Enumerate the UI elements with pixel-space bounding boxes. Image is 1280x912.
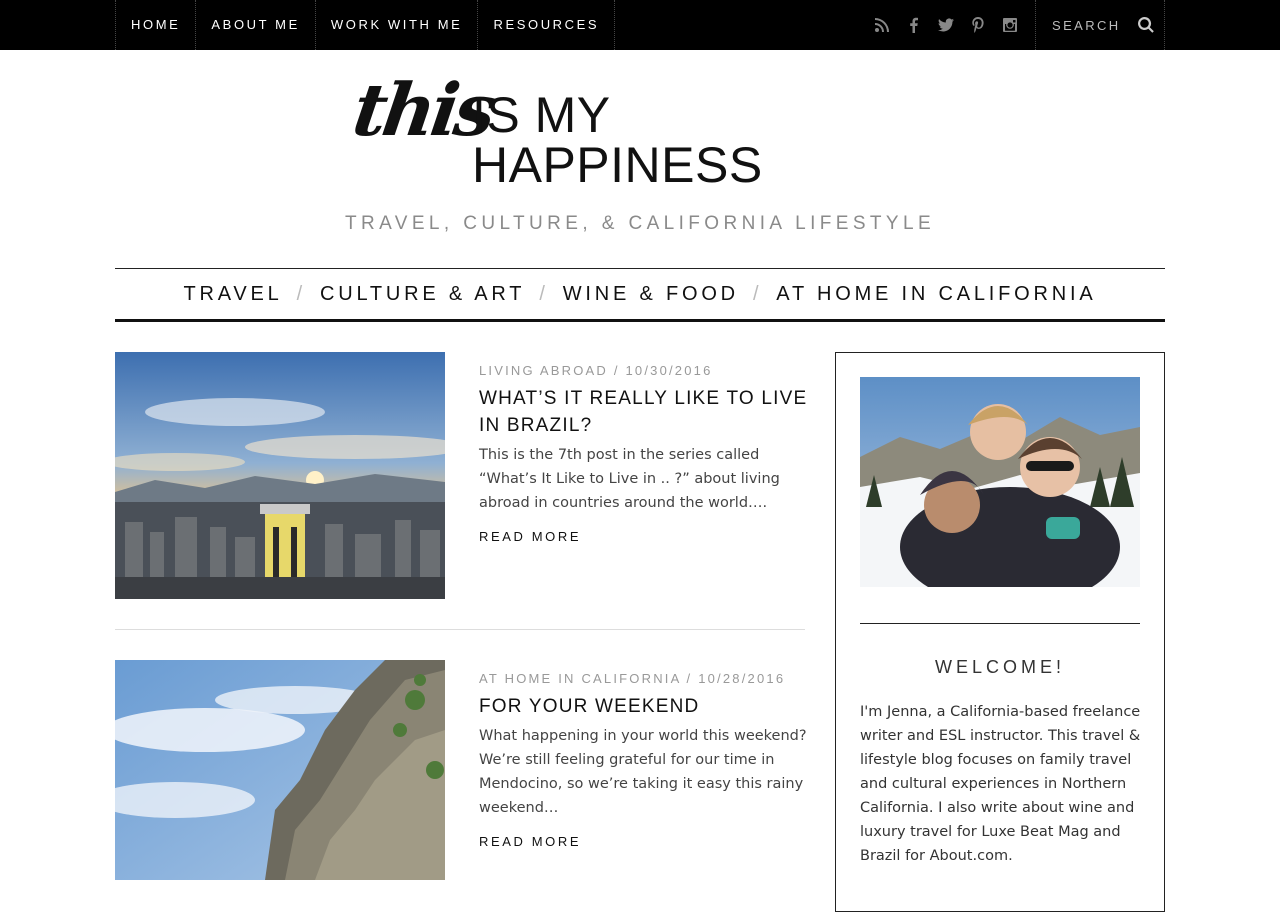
site-tagline: TRAVEL, CULTURE, & CALIFORNIA LIFESTYLE [344,213,936,234]
nav-home[interactable]: HOME [115,0,195,50]
post-thumbnail[interactable] [115,660,445,880]
instagram-icon[interactable] [994,0,1026,50]
post-meta: LIVING ABROAD / 10/30/2016 [479,363,713,378]
post-card: LIVING ABROAD / 10/30/2016 WHAT’S IT REA… [115,352,806,599]
category-travel[interactable]: TRAVEL [183,283,282,306]
author-photo [860,377,1140,587]
twitter-icon[interactable] [930,0,962,50]
welcome-text: I'm Jenna, a California-based freelance … [860,704,1141,864]
post-category[interactable]: LIVING ABROAD [479,363,608,378]
post-title[interactable]: FOR YOUR WEEKEND [479,693,809,720]
post-thumbnail[interactable] [115,352,445,599]
post-date: 10/30/2016 [625,363,713,378]
search-input[interactable] [1036,0,1136,50]
post-date: 10/28/2016 [698,671,786,686]
nav-resources[interactable]: RESOURCES [477,0,616,50]
category-culture-art[interactable]: CULTURE & ART [320,283,525,306]
category-at-home-in-california[interactable]: AT HOME IN CALIFORNIA [776,283,1096,306]
nav-work-with-me[interactable]: WORK WITH ME [314,0,478,50]
category-separator: / [296,282,306,305]
category-separator: / [539,282,549,305]
post-excerpt: This is the 7th post in the series calle… [479,447,780,511]
search-icon[interactable] [1138,16,1154,33]
category-nav: TRAVEL / CULTURE & ART / WINE & FOOD / A… [115,268,1165,322]
nav-about-me[interactable]: ABOUT ME [195,0,314,50]
sidebar-welcome-widget: WELCOME! I'm Jenna, a California-based f… [835,352,1165,912]
post-title[interactable]: WHAT’S IT REALLY LIKE TO LIVE IN BRAZIL? [479,385,809,439]
welcome-title: WELCOME! [934,657,1065,677]
post-meta: AT HOME IN CALIFORNIA / 10/28/2016 [479,671,785,686]
search-box [1035,0,1165,50]
pinterest-icon[interactable] [962,0,994,50]
meta-separator: / [680,671,699,686]
top-nav: HOME ABOUT ME WORK WITH ME RESOURCES [115,0,616,50]
post-card: AT HOME IN CALIFORNIA / 10/28/2016 FOR Y… [115,660,807,880]
logo-main-text: IS MY HAPPINESS [472,87,763,193]
widget-divider [860,623,1140,624]
read-more-link[interactable]: READ MORE [479,834,581,849]
post-category[interactable]: AT HOME IN CALIFORNIA [479,671,681,686]
category-separator: / [752,282,763,305]
site-logo[interactable]: this IS MY HAPPINESS [348,67,914,190]
post-excerpt: What happening in your world this weeken… [479,728,807,816]
read-more-link[interactable]: READ MORE [479,529,581,544]
top-bar: HOME ABOUT ME WORK WITH ME RESOURCES [0,0,1280,50]
rss-icon[interactable] [866,0,898,50]
category-wine-food[interactable]: WINE & FOOD [563,283,739,306]
facebook-icon[interactable] [898,0,930,50]
meta-separator: / [608,363,626,378]
post-divider [115,629,805,630]
social-links [866,0,1026,50]
